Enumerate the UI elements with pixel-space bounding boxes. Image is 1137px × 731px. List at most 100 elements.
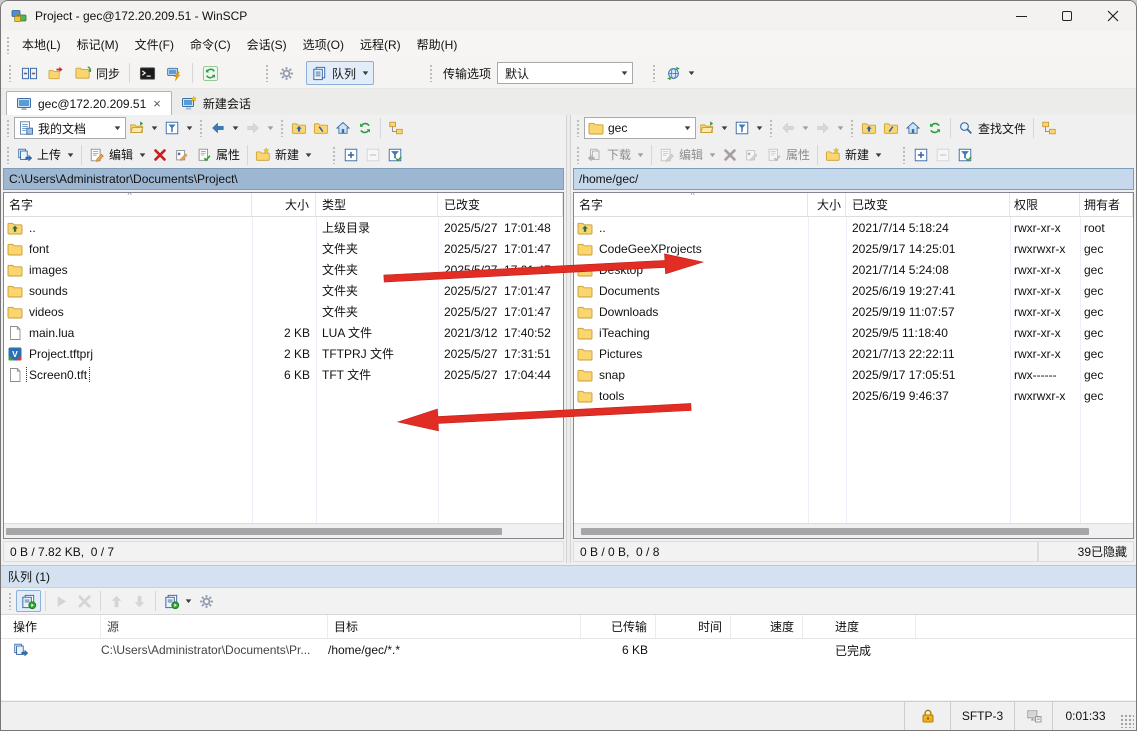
local-edit-button[interactable]: 编辑 bbox=[86, 144, 149, 166]
maximize-button[interactable] bbox=[1044, 1, 1090, 31]
file-row[interactable]: images文件夹2025/5/27 17:01:47 bbox=[4, 259, 563, 280]
server-status-cell[interactable] bbox=[1014, 702, 1052, 730]
queue-processing-button[interactable] bbox=[160, 590, 195, 612]
synchronize-button[interactable]: 同步 bbox=[70, 61, 125, 85]
file-row[interactable]: Screen0.tft6 KBTFT 文件2025/5/27 17:04:44 bbox=[4, 364, 563, 385]
local-rename-button[interactable] bbox=[171, 144, 193, 166]
queue-column-source[interactable]: 源 bbox=[101, 615, 328, 638]
local-back-button[interactable] bbox=[207, 117, 242, 139]
remote-delete-button[interactable] bbox=[719, 144, 741, 166]
file-row[interactable]: Documents2025/6/19 19:27:41rwxr-xr-xgec bbox=[574, 280, 1133, 301]
queue-show-button[interactable] bbox=[16, 590, 41, 612]
file-row[interactable]: tools2025/6/19 9:46:37rwxrwxr-xgec bbox=[574, 385, 1133, 406]
local-horizontal-scrollbar[interactable] bbox=[4, 523, 563, 538]
column-header-type[interactable]: 类型 bbox=[316, 193, 438, 216]
local-unselect-button[interactable] bbox=[362, 144, 384, 166]
transfer-preset-combo[interactable]: 默认 bbox=[497, 62, 633, 84]
transfer-settings-button[interactable] bbox=[660, 61, 700, 85]
open-terminal-button[interactable] bbox=[134, 61, 161, 85]
find-files-button[interactable]: 查找文件 bbox=[955, 117, 1029, 139]
tab-new-session[interactable]: 新建会话 bbox=[172, 91, 260, 115]
minimize-button[interactable] bbox=[998, 1, 1044, 31]
column-header-size[interactable]: 大小 bbox=[808, 193, 846, 216]
tab-session[interactable]: gec@172.20.209.51 × bbox=[6, 91, 172, 115]
queue-toggle-button[interactable]: 队列 bbox=[306, 61, 374, 85]
queue-column-target[interactable]: 目标 bbox=[328, 615, 581, 638]
remote-new-button[interactable]: 新建 bbox=[822, 144, 885, 166]
file-row[interactable]: VProject.tftprj2 KBTFTPRJ 文件2025/5/27 17… bbox=[4, 343, 563, 364]
local-new-button[interactable]: 新建 bbox=[252, 144, 315, 166]
remote-filter-button[interactable] bbox=[731, 117, 766, 139]
protocol-cell[interactable]: SFTP-3 bbox=[950, 702, 1014, 730]
upload-button[interactable]: 上传 bbox=[14, 144, 77, 166]
file-row[interactable]: Desktop2021/7/14 5:24:08rwxr-xr-xgec bbox=[574, 259, 1133, 280]
local-forward-button[interactable] bbox=[242, 117, 277, 139]
remote-refresh-button[interactable] bbox=[924, 117, 946, 139]
scrollbar-thumb[interactable] bbox=[6, 528, 502, 535]
download-button[interactable]: 下载 bbox=[584, 144, 647, 166]
remote-edit-button[interactable]: 编辑 bbox=[656, 144, 719, 166]
queue-row[interactable]: C:\Users\Administrator\Documents\Pr.../h… bbox=[1, 639, 1136, 661]
menu-help[interactable]: 帮助(H) bbox=[409, 32, 466, 57]
remote-forward-button[interactable] bbox=[812, 117, 847, 139]
remote-home-directory-button[interactable] bbox=[902, 117, 924, 139]
remote-tree-button[interactable] bbox=[1038, 117, 1060, 139]
remote-root-directory-button[interactable] bbox=[880, 117, 902, 139]
file-row[interactable]: videos文件夹2025/5/27 17:01:47 bbox=[4, 301, 563, 322]
open-session-button[interactable] bbox=[161, 61, 188, 85]
file-row[interactable]: Pictures2021/7/13 22:22:11rwxr-xr-xgec bbox=[574, 343, 1133, 364]
remote-parent-directory-button[interactable] bbox=[858, 117, 880, 139]
encryption-cell[interactable] bbox=[904, 702, 950, 730]
local-parent-directory-button[interactable] bbox=[288, 117, 310, 139]
remote-unselect-button[interactable] bbox=[932, 144, 954, 166]
remote-horizontal-scrollbar[interactable] bbox=[574, 523, 1133, 538]
local-filter-button[interactable] bbox=[161, 117, 196, 139]
menu-local[interactable]: 本地(L) bbox=[14, 32, 69, 57]
synchronize-browsing-button[interactable] bbox=[43, 61, 70, 85]
remote-drive-combo[interactable]: gec bbox=[584, 117, 696, 139]
resize-grip[interactable] bbox=[1120, 714, 1134, 728]
file-row[interactable]: ..2021/7/14 5:18:24rwxr-xr-xroot bbox=[574, 217, 1133, 238]
local-tree-button[interactable] bbox=[385, 117, 407, 139]
refresh-session-button[interactable] bbox=[197, 61, 224, 85]
column-header-owner[interactable]: 拥有者 bbox=[1080, 193, 1133, 216]
menu-file[interactable]: 文件(F) bbox=[127, 32, 182, 57]
column-header-modified[interactable]: 已改变 bbox=[846, 193, 1010, 216]
local-drive-combo[interactable]: 我的文档 bbox=[14, 117, 126, 139]
file-row[interactable]: CodeGeeXProjects2025/9/17 14:25:01rwxrwx… bbox=[574, 238, 1133, 259]
file-row[interactable]: font文件夹2025/5/27 17:01:47 bbox=[4, 238, 563, 259]
local-select-button[interactable] bbox=[340, 144, 362, 166]
queue-resume-button[interactable] bbox=[50, 590, 73, 612]
local-path-bar[interactable]: C:\Users\Administrator\Documents\Project… bbox=[3, 168, 564, 190]
queue-move-up-button[interactable] bbox=[105, 590, 128, 612]
remote-path-bar[interactable]: /home/gec/ bbox=[573, 168, 1134, 190]
menu-mark[interactable]: 标记(M) bbox=[69, 32, 127, 57]
column-header-name[interactable]: 名字^ bbox=[574, 193, 808, 216]
tab-close-icon[interactable]: × bbox=[152, 97, 162, 110]
file-row[interactable]: ..上级目录2025/5/27 17:01:48 bbox=[4, 217, 563, 238]
local-refresh-button[interactable] bbox=[354, 117, 376, 139]
remote-select-filter-button[interactable] bbox=[954, 144, 976, 166]
local-select-filter-button[interactable] bbox=[384, 144, 406, 166]
local-home-directory-button[interactable] bbox=[332, 117, 354, 139]
local-properties-button[interactable]: 属性 bbox=[193, 144, 243, 166]
queue-move-down-button[interactable] bbox=[128, 590, 151, 612]
queue-column-time[interactable]: 时间 bbox=[656, 615, 731, 638]
queue-delete-button[interactable] bbox=[73, 590, 96, 612]
column-header-modified[interactable]: 已改变 bbox=[438, 193, 563, 216]
menu-remote[interactable]: 远程(R) bbox=[352, 32, 409, 57]
local-delete-button[interactable] bbox=[149, 144, 171, 166]
local-root-directory-button[interactable] bbox=[310, 117, 332, 139]
queue-column-progress[interactable]: 进度 bbox=[803, 615, 916, 638]
local-open-directory-button[interactable] bbox=[126, 117, 161, 139]
file-row[interactable]: snap2025/9/17 17:05:51rwx------gec bbox=[574, 364, 1133, 385]
file-row[interactable]: Downloads2025/9/19 11:07:57rwxr-xr-xgec bbox=[574, 301, 1133, 322]
menu-session[interactable]: 会话(S) bbox=[239, 32, 295, 57]
menu-command[interactable]: 命令(C) bbox=[182, 32, 239, 57]
scrollbar-thumb[interactable] bbox=[581, 528, 1089, 535]
remote-rename-button[interactable] bbox=[741, 144, 763, 166]
file-row[interactable]: sounds文件夹2025/5/27 17:01:47 bbox=[4, 280, 563, 301]
toggle-panels-button[interactable] bbox=[16, 61, 43, 85]
file-row[interactable]: main.lua2 KBLUA 文件2021/3/12 17:40:52 bbox=[4, 322, 563, 343]
close-button[interactable] bbox=[1090, 1, 1136, 31]
